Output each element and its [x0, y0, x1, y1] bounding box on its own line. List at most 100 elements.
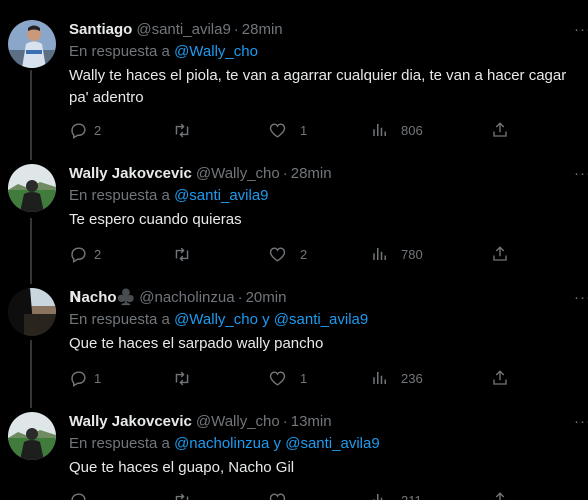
reply-prefix: En respuesta a — [69, 187, 170, 204]
mention-joiner: y — [273, 435, 282, 452]
display-name[interactable]: Wally Jakovcevic — [69, 165, 192, 182]
share-icon — [491, 121, 509, 139]
user-handle[interactable]: @santi_avila9 — [136, 21, 230, 38]
timestamp[interactable]: 28min — [291, 165, 332, 182]
action-bar: 211 — [60, 490, 588, 500]
views-icon — [371, 491, 389, 500]
views-button[interactable]: 236 — [371, 368, 423, 388]
tweet[interactable]: 𝗡acho♣️@nacholinzua·20min ··· En respues… — [0, 288, 588, 398]
like-count: 2 — [300, 246, 308, 262]
tweet-text: Que te haces el sarpado wally pancho — [69, 333, 588, 355]
replying-to: En respuesta a @Wally_cho — [69, 42, 258, 62]
action-bar: 1 1 236 — [60, 368, 588, 388]
display-name[interactable]: 𝗡acho — [69, 289, 117, 306]
like-button[interactable] — [268, 490, 293, 500]
reply-icon — [69, 245, 88, 264]
view-count: 780 — [401, 246, 423, 262]
tweet[interactable]: Santiago@santi_avila9·28min ··· En respu… — [0, 20, 588, 145]
reply-button[interactable] — [69, 490, 94, 500]
reply-button[interactable]: 2 — [69, 244, 101, 264]
reply-button[interactable]: 1 — [69, 368, 101, 388]
share-button[interactable] — [491, 120, 509, 140]
replying-to: En respuesta a @nacholinzua y @santi_avi… — [69, 434, 380, 454]
share-button[interactable] — [491, 244, 509, 264]
share-icon — [491, 369, 509, 387]
tweet-text: Te espero cuando quieras — [69, 209, 588, 231]
tweet-text: Wally te haces el piola, te van a agarra… — [69, 65, 588, 109]
mention-link[interactable]: @santi_avila9 — [274, 311, 368, 328]
more-options-icon[interactable]: ··· — [574, 20, 588, 40]
separator-dot: · — [237, 289, 243, 306]
more-options-icon[interactable]: ··· — [574, 412, 588, 432]
more-options-icon[interactable]: ··· — [574, 164, 588, 184]
conversation-feed: Santiago@santi_avila9·28min ··· En respu… — [0, 0, 588, 500]
mention-link[interactable]: @Wally_cho — [174, 43, 258, 60]
tweet-header: Wally Jakovcevic @Wally_cho · 13min — [69, 412, 332, 432]
tweet[interactable]: Wally Jakovcevic@Wally_cho·28min ··· En … — [0, 164, 588, 274]
reply-count: 1 — [94, 370, 102, 386]
timestamp[interactable]: 20min — [246, 289, 287, 306]
retweet-button[interactable] — [172, 368, 198, 388]
timestamp[interactable]: 13min — [291, 413, 332, 430]
reply-icon — [69, 121, 88, 140]
share-icon — [491, 491, 509, 500]
display-name[interactable]: Santiago — [69, 21, 132, 38]
mention-joiner: y — [262, 311, 270, 328]
retweet-icon — [172, 121, 192, 140]
retweet-icon — [172, 491, 192, 500]
reply-button[interactable]: 2 — [69, 120, 101, 140]
like-button[interactable]: 1 — [268, 120, 307, 140]
mention-link[interactable]: @santi_avila9 — [174, 187, 268, 204]
reply-icon — [69, 491, 88, 500]
separator-dot: · — [282, 165, 288, 182]
like-button[interactable]: 2 — [268, 244, 307, 264]
tweet-text-line: pa' adentro — [69, 89, 144, 106]
retweet-button[interactable] — [172, 120, 198, 140]
retweet-icon — [172, 245, 192, 264]
reply-count: 2 — [94, 122, 102, 138]
mention-link[interactable]: @santi_avila9 — [285, 435, 379, 452]
view-count: 211 — [401, 492, 422, 500]
separator-dot: · — [282, 413, 288, 430]
like-button[interactable]: 1 — [268, 368, 307, 388]
tweet-header: 𝗡acho♣️ @nacholinzua · 20min — [69, 288, 286, 308]
views-button[interactable]: 211 — [371, 490, 422, 500]
heart-icon — [268, 245, 287, 264]
user-handle[interactable]: @nacholinzua — [139, 289, 234, 306]
action-bar: 2 1 806 — [60, 120, 588, 140]
mention-link[interactable]: @Wally_cho — [174, 311, 258, 328]
tweet-header: Wally Jakovcevic @Wally_cho · 28min — [69, 164, 332, 184]
view-count: 806 — [401, 122, 423, 138]
club-emoji: ♣️ — [116, 289, 136, 306]
tweet-text-line: Que te haces el guapo, Nacho Gil — [69, 459, 295, 476]
user-handle[interactable]: @Wally_cho — [196, 165, 280, 182]
tweet-header: Santiago @santi_avila9 · 28min — [69, 20, 283, 40]
tweet-text-line: Que te haces el sarpado wally pancho — [69, 335, 324, 352]
share-button[interactable] — [491, 368, 509, 388]
separator-dot: · — [233, 21, 239, 38]
user-handle[interactable]: @Wally_cho — [196, 413, 280, 430]
share-button[interactable] — [491, 490, 509, 500]
avatar[interactable] — [8, 164, 56, 212]
views-button[interactable]: 806 — [371, 120, 423, 140]
view-count: 236 — [401, 370, 423, 386]
like-count: 1 — [300, 370, 308, 386]
views-icon — [371, 121, 389, 139]
avatar[interactable] — [8, 20, 56, 68]
tweet[interactable]: Wally Jakovcevic@Wally_cho·13min ··· En … — [0, 412, 588, 500]
avatar[interactable] — [8, 288, 56, 336]
reply-prefix: En respuesta a — [69, 311, 170, 328]
heart-icon — [268, 491, 287, 500]
avatar[interactable] — [8, 412, 56, 460]
more-options-icon[interactable]: ··· — [574, 288, 588, 308]
heart-icon — [268, 369, 287, 388]
reply-prefix: En respuesta a — [69, 435, 170, 452]
mention-link[interactable]: @nacholinzua — [174, 435, 269, 452]
retweet-button[interactable] — [172, 244, 198, 264]
retweet-button[interactable] — [172, 490, 198, 500]
timestamp[interactable]: 28min — [242, 21, 283, 38]
reply-icon — [69, 369, 88, 388]
display-name[interactable]: Wally Jakovcevic — [69, 413, 192, 430]
replying-to: En respuesta a @santi_avila9 — [69, 186, 269, 206]
views-button[interactable]: 780 — [371, 244, 423, 264]
